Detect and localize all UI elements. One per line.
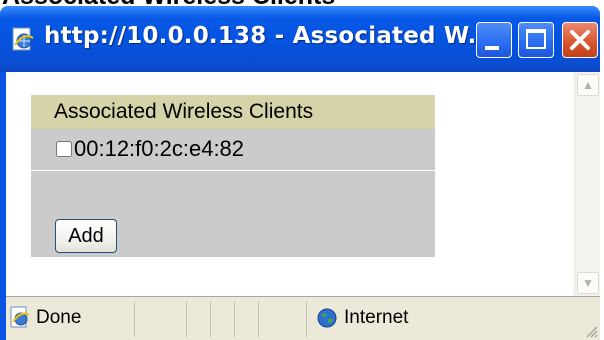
status-divider — [306, 301, 307, 337]
associated-clients-panel: Associated Wireless Clients 00:12:f0:2c:… — [31, 95, 435, 257]
window-title: http://10.0.0.138 - Associated W... — [44, 23, 495, 49]
minimize-button[interactable] — [476, 22, 512, 58]
status-divider — [258, 301, 259, 337]
status-text: Done — [36, 307, 82, 328]
browser-popup-window: http://10.0.0.138 - Associated W... Asso… — [0, 6, 600, 340]
client-row: 00:12:f0:2c:e4:82 — [31, 131, 435, 171]
close-button[interactable] — [562, 22, 598, 58]
scroll-up-icon[interactable]: ▲ — [577, 74, 599, 96]
resize-grip-icon[interactable] — [584, 324, 598, 338]
close-icon — [570, 30, 590, 50]
status-bar: Done Internet — [6, 296, 600, 340]
status-divider — [134, 301, 135, 337]
status-divider — [186, 301, 187, 337]
page-content-area: Associated Wireless Clients 00:12:f0:2c:… — [6, 72, 600, 296]
maximize-button[interactable] — [518, 22, 554, 58]
status-divider — [210, 301, 211, 337]
globe-icon — [316, 307, 338, 329]
ie-page-icon — [10, 26, 36, 52]
client-mac-address: 00:12:f0:2c:e4:82 — [74, 136, 245, 161]
add-button[interactable]: Add — [55, 219, 117, 253]
scroll-down-icon[interactable]: ▼ — [577, 272, 599, 294]
panel-title: Associated Wireless Clients — [31, 95, 435, 129]
ie-page-icon — [8, 305, 32, 329]
status-divider — [234, 301, 235, 337]
vertical-scrollbar[interactable]: ▲ ▼ — [574, 72, 600, 296]
security-zone-text: Internet — [344, 307, 409, 328]
page-body: Associated Wireless Clients 00:12:f0:2c:… — [6, 72, 574, 296]
client-checkbox[interactable] — [56, 141, 72, 157]
title-bar[interactable]: http://10.0.0.138 - Associated W... — [0, 6, 600, 72]
